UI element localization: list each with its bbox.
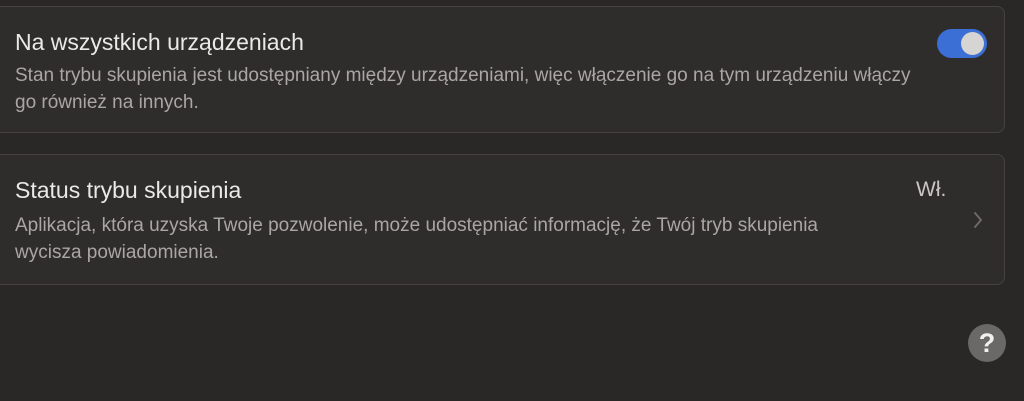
focus-status-title: Status trybu skupienia [15, 177, 242, 203]
shared-across-devices-description: Stan trybu skupienia jest udostępniany m… [15, 65, 911, 113]
toggle-knob [961, 32, 984, 55]
focus-status-value: Wł. [916, 178, 947, 201]
shared-across-devices-panel: Na wszystkich urządzeniach Stan trybu sk… [0, 6, 1005, 133]
help-icon: ? [978, 328, 996, 358]
shared-across-devices-title: Na wszystkich urządzeniach [15, 29, 304, 55]
focus-status-description: Aplikacja, która uzyska Twoje pozwolenie… [15, 215, 818, 263]
chevron-right-icon [974, 212, 982, 228]
help-button[interactable]: ? [968, 324, 1006, 362]
focus-status-row[interactable]: Status trybu skupienia Wł. Aplikacja, kt… [0, 154, 1005, 285]
shared-across-devices-toggle[interactable] [937, 29, 987, 58]
